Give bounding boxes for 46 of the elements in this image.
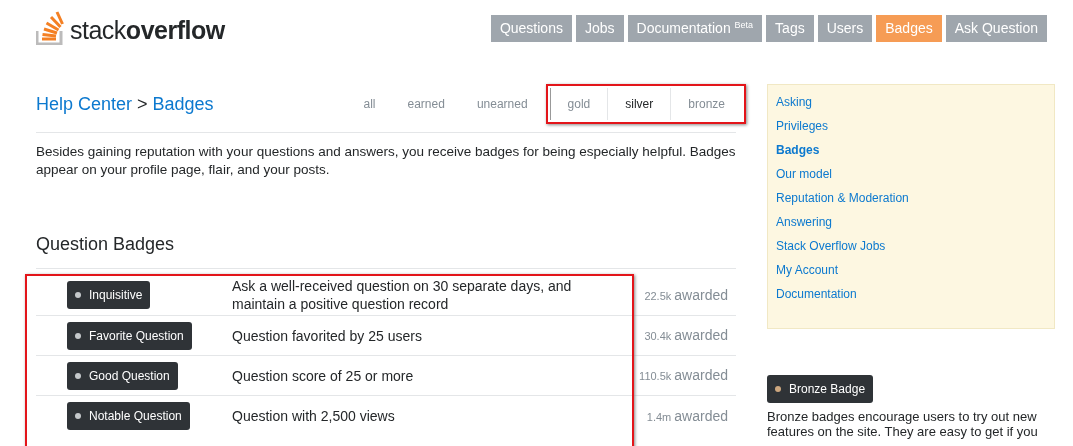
- badge-info-text: Bronze badges encourage users to try out new features on the site. They are easy to get if you: [767, 409, 1039, 439]
- sidebar-link[interactable]: Documentation: [776, 285, 857, 303]
- badge-tag[interactable]: Notable Question: [67, 402, 190, 430]
- sidebar-link[interactable]: Badges: [776, 141, 820, 159]
- sidebar-link[interactable]: Reputation & Moderation: [776, 189, 909, 207]
- filter-tab[interactable]: all: [347, 95, 392, 113]
- sidebar-link[interactable]: Answering: [776, 213, 833, 231]
- award-label: awarded: [674, 406, 728, 426]
- award-count: 22.5k: [644, 288, 672, 304]
- award-count: 1.4m: [646, 409, 672, 425]
- badge-description: Question score of 25 or more: [232, 366, 415, 386]
- section-title: Question Badges: [36, 231, 736, 269]
- nav-tab[interactable]: Tags: [766, 14, 814, 42]
- filter-tab[interactable]: bronze: [670, 88, 742, 120]
- award-label: awarded: [674, 326, 728, 345]
- sidebar-link[interactable]: My Account: [776, 261, 839, 279]
- badge-description: Ask a well-received question on 30 separate days, and maintain a positive question record: [232, 277, 573, 314]
- nav-tab[interactable]: Documentation $^{Beta}$: [627, 14, 763, 42]
- sidebar-link[interactable]: Asking: [776, 93, 813, 111]
- filter-tab[interactable]: earned: [391, 95, 461, 113]
- badge-tag[interactable]: Good Question: [67, 361, 178, 390]
- filter-tab[interactable]: unearned: [460, 95, 544, 113]
- badge-tag[interactable]: Favorite Question: [67, 321, 192, 350]
- breadcrumb-link[interactable]: Help Center: [36, 90, 133, 118]
- sidebar-link[interactable]: Stack Overflow Jobs: [776, 237, 886, 255]
- nav-tab[interactable]: Jobs: [575, 14, 624, 42]
- nav-tab[interactable]: Questions: [490, 14, 572, 42]
- filter-tab[interactable]: silver: [607, 88, 671, 120]
- badge-tag[interactable]: Inquisitive: [67, 281, 151, 309]
- badge-tag[interactable]: Bronze Badge: [767, 375, 874, 403]
- badge-description: Question favorited by 25 users: [232, 326, 423, 346]
- award-label: awarded: [674, 366, 728, 385]
- sidebar-link[interactable]: Privileges: [776, 117, 829, 135]
- breadcrumb-current[interactable]: Badges: [152, 90, 214, 118]
- logo-text: stackoverflow: [70, 18, 225, 45]
- award-label: awarded: [674, 285, 728, 305]
- badge-description: Question with 2,500 views: [232, 407, 396, 426]
- breadcrumb-separator: >: [137, 92, 148, 116]
- sidebar-link[interactable]: Our model: [776, 165, 833, 183]
- intro-text: Besides gaining reputation with your questions and answers, you receive badges for being especially helpful. Badges appear on your profile page, flair, and your posts.: [36, 143, 737, 179]
- nav-tab[interactable]: Users: [817, 14, 873, 42]
- filter-tab[interactable]: gold: [549, 88, 608, 120]
- nav-tab[interactable]: Ask Question: [945, 14, 1047, 42]
- logo-icon: [36, 11, 66, 45]
- award-count: 110.5k: [639, 369, 672, 384]
- award-count: 30.4k: [644, 329, 672, 344]
